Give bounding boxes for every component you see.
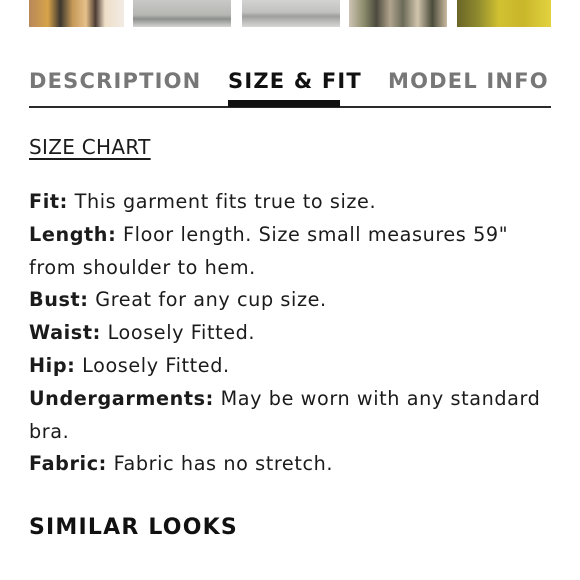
detail-hip: Hip: Loosely Fitted. (29, 350, 554, 383)
tab-description[interactable]: DESCRIPTION (29, 69, 201, 93)
tab-model-info[interactable]: MODEL INFO (388, 69, 549, 93)
detail-waist: Waist: Loosely Fitted. (29, 317, 554, 350)
detail-label: Waist: (29, 321, 101, 345)
detail-value: Loosely Fitted. (75, 353, 230, 377)
detail-value: Fabric has no stretch. (106, 452, 334, 476)
detail-label: Length: (29, 222, 117, 246)
tab-size-and-fit[interactable]: SIZE & FIT (228, 69, 362, 93)
size-fit-details: Fit: This garment fits true to size. Len… (29, 186, 554, 481)
thumbnail-image-2[interactable] (133, 0, 231, 27)
detail-value: Great for any cup size. (88, 288, 327, 312)
thumbnail-image-3[interactable] (242, 0, 340, 27)
detail-fit: Fit: This garment fits true to size. (29, 186, 554, 219)
detail-length: Length: Floor length. Size small measure… (29, 219, 554, 285)
thumbnail-image-1[interactable] (29, 0, 124, 27)
similar-looks-heading: SIMILAR LOOKS (29, 515, 238, 540)
size-chart-link[interactable]: SIZE CHART (29, 135, 151, 159)
detail-label: Fabric: (29, 452, 107, 476)
detail-value: This garment fits true to size. (67, 190, 377, 213)
thumbnail-image-4[interactable] (349, 0, 447, 27)
thumbnail-image-5[interactable] (457, 0, 551, 27)
active-tab-indicator (228, 100, 340, 107)
product-info-tabs: DESCRIPTION SIZE & FIT MODEL INFO (29, 62, 551, 108)
detail-label: Hip: (29, 353, 76, 377)
detail-label: Undergarments: (29, 386, 214, 410)
detail-undergarments: Undergarments: May be worn with any stan… (29, 383, 554, 449)
detail-label: Bust: (29, 288, 89, 312)
detail-bust: Bust: Great for any cup size. (29, 284, 554, 317)
detail-fabric: Fabric: Fabric has no stretch. (29, 448, 554, 481)
thumbnail-strip (0, 0, 580, 28)
detail-value: Loosely Fitted. (100, 321, 256, 345)
detail-label: Fit: (29, 190, 68, 213)
